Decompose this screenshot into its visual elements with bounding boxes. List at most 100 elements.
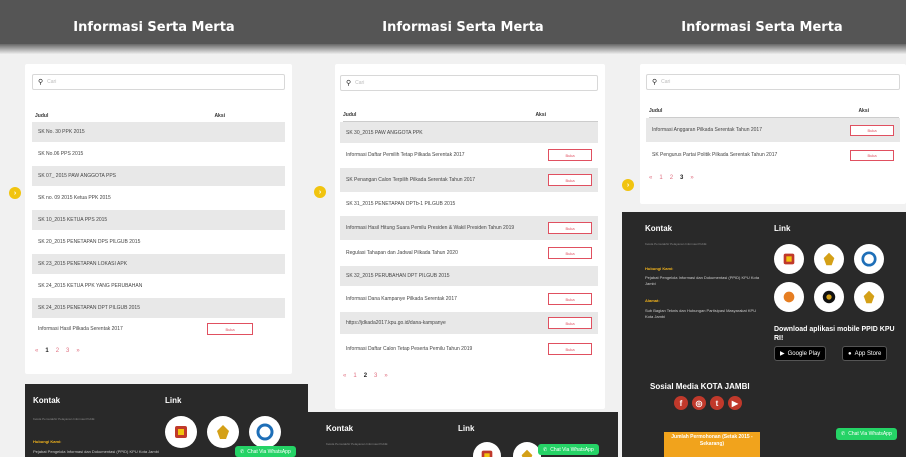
page-1[interactable]: 1 <box>353 373 356 379</box>
garuda-logo-2[interactable] <box>854 282 884 312</box>
whatsapp-chat-button[interactable]: ✆ Chat Via WhatsApp <box>836 428 897 440</box>
buka-button[interactable]: Buka <box>548 222 592 234</box>
page-header: Informasi Serta Merta <box>618 0 906 54</box>
page-header: Informasi Serta Merta <box>308 0 618 54</box>
buka-button[interactable]: Buka <box>850 149 894 161</box>
alamat-label: Alamat: <box>645 298 660 303</box>
app-store-button[interactable]: ● App Store <box>842 346 888 361</box>
table-row[interactable]: Informasi Anggaran Pilkada Serentak Tahu… <box>646 118 900 142</box>
page-prev[interactable]: « <box>649 175 652 181</box>
table-row[interactable]: SK 30_2015 PAW ANGGOTA PPK <box>340 122 598 143</box>
pagination: « 1 2 3 » <box>35 348 80 354</box>
garuda-logo[interactable] <box>207 416 239 448</box>
social-media-title: Sosial Media KOTA JAMBI <box>650 382 750 391</box>
kominfo-logo[interactable] <box>249 416 281 448</box>
table-row[interactable]: SK 23_2015 PENETAPAN LOKASI APK <box>32 254 285 274</box>
table-row[interactable]: SK no. 09 2015 Ketua PPK 2015 <box>32 188 285 208</box>
table-row[interactable]: SK 10_2015 KETUA PPS 2015 <box>32 210 285 230</box>
table-card: ⚲ Cari Judul Aksi Informasi Anggaran Pilka… <box>640 64 906 204</box>
garuda-logo[interactable] <box>513 442 541 457</box>
jumlah-permohonan-box: Jumlah Permohonan (Setak 2015 - Sekarang… <box>664 432 760 457</box>
table-row[interactable]: SK 32_2015 PERUBAHAN DPT PILGUB 2015 <box>340 266 598 286</box>
table-header: Judul Aksi <box>343 112 598 122</box>
page-next[interactable]: » <box>690 175 693 181</box>
page-3[interactable]: 3 <box>66 348 69 354</box>
page-prev[interactable]: « <box>35 348 38 354</box>
twitter-icon[interactable]: t <box>710 396 724 410</box>
buka-button[interactable]: Buka <box>548 293 592 305</box>
buka-button[interactable]: Buka <box>850 124 894 136</box>
side-toggle-button[interactable]: › <box>314 186 326 198</box>
page-header: Informasi Serta Merta <box>0 0 308 54</box>
table-row[interactable]: https://jdkada2017.kpu.go.id/dana-kampan… <box>340 312 598 334</box>
table-row[interactable]: SK 24_2015 KETUA PPK YANG PERUBAHAN <box>32 276 285 296</box>
hubungi-label: Hubungi Kami: <box>33 439 62 444</box>
buka-button[interactable]: Buka <box>548 247 592 259</box>
footer: Kontak Kelola Pemutakhir Pelayanan Infor… <box>25 384 308 457</box>
pagination: « 1 2 3 » <box>343 373 388 379</box>
page-1[interactable]: 1 <box>659 175 662 181</box>
table-row[interactable]: Regulasi Tahapan dan Jadwal Pilkada Tahu… <box>340 242 598 264</box>
whatsapp-chat-button[interactable]: ✆ Chat Via WhatsApp <box>538 444 599 455</box>
page-next[interactable]: » <box>76 348 79 354</box>
page-prev[interactable]: « <box>343 373 346 379</box>
pagination: « 1 2 3 » <box>649 175 694 181</box>
youtube-icon[interactable]: ▶ <box>728 396 742 410</box>
side-toggle-button[interactable]: › <box>622 179 634 191</box>
bawaslu-logo[interactable] <box>774 282 804 312</box>
google-play-button[interactable]: ▶ Google Play <box>774 346 827 361</box>
page-title: Informasi Serta Merta <box>681 19 843 35</box>
whatsapp-icon: ✆ <box>543 446 548 453</box>
page-title: Informasi Serta Merta <box>73 19 235 35</box>
table-row[interactable]: SK 31_2015 PENETAPAN DPTb-1 PILGUB 2015 <box>340 194 598 214</box>
kpu-logo[interactable] <box>774 244 804 274</box>
buka-button[interactable]: Buka <box>548 343 592 355</box>
search-input[interactable]: ⚲ Cari <box>646 74 900 90</box>
panel-2: Informasi Serta Merta ⚲ Cari Judul Aksi SK… <box>308 0 618 457</box>
chevron-right-icon: › <box>626 181 630 189</box>
dkpp-logo[interactable] <box>814 282 844 312</box>
facebook-icon[interactable]: f <box>674 396 688 410</box>
page-3[interactable]: 3 <box>680 175 683 181</box>
search-input[interactable]: ⚲ Cari <box>32 74 285 90</box>
page-next[interactable]: » <box>384 373 387 379</box>
page-2[interactable]: 2 <box>670 175 673 181</box>
table-row[interactable]: SK Penangan Calon Terpilih Pilkada Seren… <box>340 168 598 192</box>
buka-button[interactable]: Buka <box>548 174 592 186</box>
buka-button[interactable]: Buka <box>207 323 253 335</box>
table-row[interactable]: SK 20_2015 PENETAPAN DPS PILGUB 2015 <box>32 232 285 252</box>
footer-kontak-title: Kontak <box>645 224 673 233</box>
table-row[interactable]: Informasi Hasil Hitung Suara Pemilu Pres… <box>340 216 598 240</box>
kominfo-logo[interactable] <box>854 244 884 274</box>
table-row[interactable]: Informasi Daftar Calon Tetap Peserta Pem… <box>340 338 598 360</box>
page-2[interactable]: 2 <box>364 373 367 379</box>
kpu-logo[interactable] <box>165 416 197 448</box>
instagram-icon[interactable]: ◎ <box>692 396 706 410</box>
play-icon: ▶ <box>780 351 785 357</box>
table-row[interactable]: SK No. 30 PPK 2015 <box>32 122 285 142</box>
table-row[interactable]: Informasi Dana Kampanye Pilkada Serentak… <box>340 288 598 310</box>
table-row[interactable]: SK Pengurus Partai Politik Pilkada Seren… <box>646 144 900 166</box>
whatsapp-chat-button[interactable]: ✆ Chat Via WhatsApp <box>235 446 296 457</box>
chevron-right-icon: › <box>13 189 17 197</box>
page-2[interactable]: 2 <box>56 348 59 354</box>
whatsapp-icon: ✆ <box>841 431 846 437</box>
hubungi-text: Pejabat Pengelola Informasi dan Dokument… <box>645 275 760 286</box>
table-row[interactable]: SK No.06 PPS 2015 <box>32 144 285 164</box>
side-toggle-button[interactable]: › <box>9 187 21 199</box>
kpu-logo[interactable] <box>473 442 501 457</box>
table-card: ⚲ Cari Judul Aksi SK No. 30 PPK 2015 SK No… <box>25 64 292 374</box>
page-3[interactable]: 3 <box>374 373 377 379</box>
table-row[interactable]: Informasi Hasil Pilkada Serentak 2017 Buk… <box>32 318 285 340</box>
search-icon: ⚲ <box>38 79 44 86</box>
search-input[interactable]: ⚲ Cari <box>340 75 598 91</box>
garuda-logo[interactable] <box>814 244 844 274</box>
buka-button[interactable]: Buka <box>548 149 592 161</box>
table-row[interactable]: SK 24_2015 PENETAPAN DPT PILGUB 2015 <box>32 298 285 318</box>
table-row[interactable]: SK 07_ 2015 PAW ANGGOTA PPS <box>32 166 285 186</box>
page-1[interactable]: 1 <box>45 348 48 354</box>
footer-link-title: Link <box>458 424 475 433</box>
buka-button[interactable]: Buka <box>548 317 592 329</box>
search-icon: ⚲ <box>346 80 352 87</box>
table-row[interactable]: Informasi Daftar Pemilih Tetap Pilkada S… <box>340 144 598 166</box>
